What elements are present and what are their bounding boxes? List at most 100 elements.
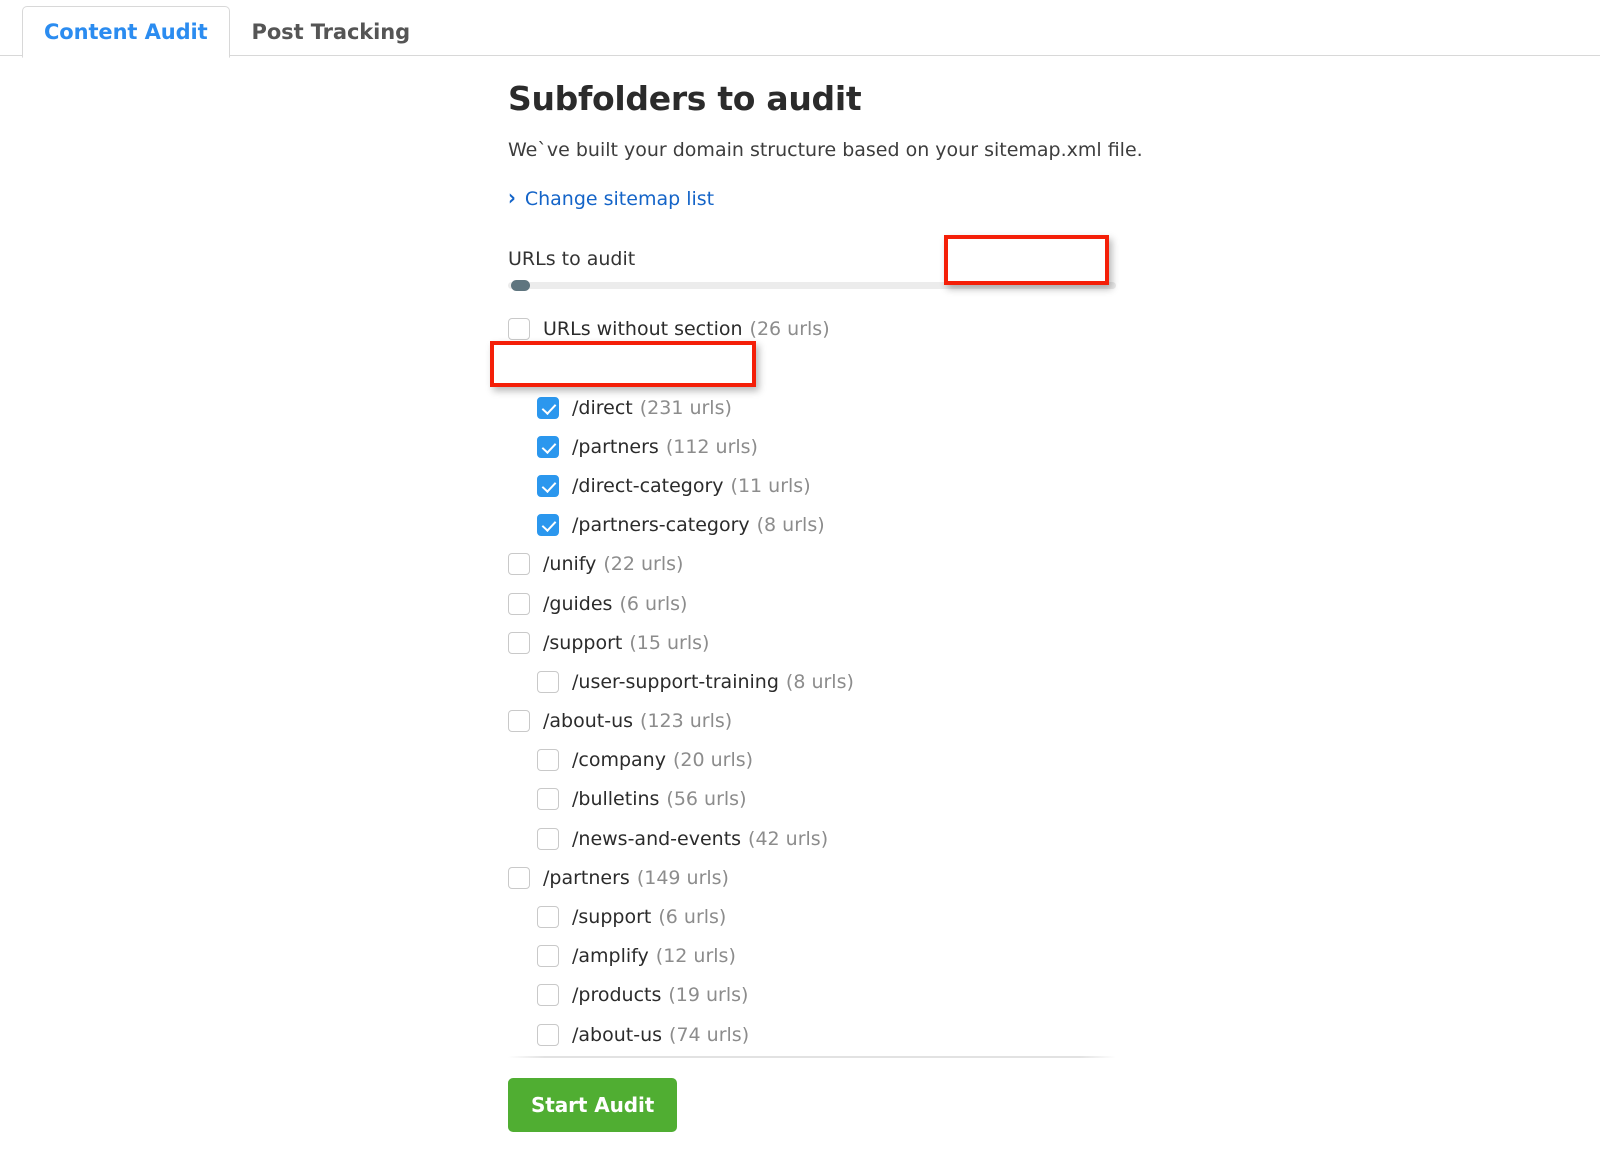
subfolder-label: /amplify (572, 945, 649, 967)
tab-content-audit-label: Content Audit (44, 20, 208, 44)
checkbox-unchecked-icon[interactable] (537, 828, 559, 850)
subfolder-label: /about-us (543, 710, 633, 732)
tab-bar: Content Audit Post Tracking (0, 0, 1600, 56)
subfolder-row[interactable]: /unify (22 urls) (508, 545, 1116, 584)
subfolder-row[interactable]: /products (19 urls) (508, 976, 1116, 1015)
subfolder-row[interactable]: /about-us (123 urls) (508, 702, 1116, 741)
subfolder-label: URLs without section (543, 318, 743, 340)
checkbox-checked-icon[interactable] (537, 514, 559, 536)
subfolder-label: /about-us (572, 1024, 662, 1046)
audit-setup-panel: Subfolders to audit We`ve built your dom… (508, 80, 1518, 1132)
subfolder-list-scroll-container[interactable]: URLs without section (26 urls) /blog (364 u… (508, 310, 1116, 1058)
checkbox-checked-icon[interactable] (537, 436, 559, 458)
checkbox-unchecked-icon[interactable] (508, 710, 530, 732)
subfolder-label: /partners-category (572, 514, 750, 536)
subfolder-row[interactable]: /company (20 urls) (508, 741, 1116, 780)
tab-post-tracking[interactable]: Post Tracking (230, 6, 433, 57)
chevron-right-icon: › (508, 188, 516, 210)
subfolder-url-count: (42 urls) (748, 828, 828, 850)
checkbox-unchecked-icon[interactable] (508, 867, 530, 889)
subfolder-row[interactable]: /support (15 urls) (508, 623, 1116, 662)
checkbox-unchecked-icon[interactable] (537, 671, 559, 693)
subfolder-row[interactable]: /direct (231 urls) (508, 388, 1116, 427)
urls-to-audit-slider-track[interactable] (508, 282, 1116, 289)
subfolder-label: /unify (543, 553, 596, 575)
subfolder-label: /user-support-training (572, 671, 779, 693)
subfolder-list: URLs without section (26 urls) /blog (364 u… (508, 310, 1116, 1058)
subfolder-label: /news-and-events (572, 828, 741, 850)
subfolder-label: /support (572, 906, 651, 928)
urls-to-audit-header: URLs to audit 364/ 20000 (508, 248, 1116, 270)
subfolder-url-count: (22 urls) (603, 553, 683, 575)
urls-to-audit-label: URLs to audit (508, 248, 635, 270)
subfolder-url-count: (8 urls) (786, 671, 854, 693)
subfolder-label: /company (572, 749, 666, 771)
checkbox-unchecked-icon[interactable] (537, 749, 559, 771)
subfolder-row[interactable]: /user-support-training (8 urls) (508, 662, 1116, 701)
subfolder-label: /direct-category (572, 475, 724, 497)
start-audit-button[interactable]: Start Audit (508, 1078, 677, 1132)
subfolder-label: /guides (543, 593, 612, 615)
subfolder-url-count: (56 urls) (666, 788, 746, 810)
subfolder-url-count: (20 urls) (673, 749, 753, 771)
urls-to-audit-max-separator: / (1037, 248, 1049, 270)
list-bottom-divider (508, 1056, 1116, 1058)
subfolder-row[interactable]: /amplify (12 urls) (508, 937, 1116, 976)
checkbox-unchecked-icon[interactable] (537, 906, 559, 928)
urls-to-audit-value: 364/ 20000 (1001, 248, 1116, 270)
subfolder-url-count: (15 urls) (629, 632, 709, 654)
subfolder-label: /partners (543, 867, 630, 889)
checkbox-unchecked-icon[interactable] (508, 593, 530, 615)
checkbox-unchecked-icon[interactable] (537, 788, 559, 810)
page-subtitle: We`ve built your domain structure based … (508, 138, 1518, 163)
checkbox-unchecked-icon[interactable] (537, 1024, 559, 1046)
subfolder-row[interactable]: /partners-category (8 urls) (508, 506, 1116, 545)
tab-content-audit[interactable]: Content Audit (22, 6, 230, 58)
subfolder-row[interactable]: URLs without section (26 urls) (508, 310, 1116, 349)
subfolder-row[interactable]: /support (6 urls) (508, 897, 1116, 936)
change-sitemap-list-label: Change sitemap list (525, 188, 714, 210)
subfolder-url-count: (12 urls) (656, 945, 736, 967)
subfolder-url-count: (8 urls) (757, 514, 825, 536)
urls-to-audit-current: 364 (1001, 248, 1037, 270)
subfolder-url-count: (26 urls) (750, 318, 830, 340)
tab-list: Content Audit Post Tracking (22, 6, 432, 57)
subfolder-url-count: (112 urls) (666, 436, 758, 458)
subfolder-label: /blog (543, 357, 590, 379)
urls-to-audit-slider-block: URLs to audit 364/ 20000 (508, 248, 1116, 289)
checkbox-checked-icon[interactable] (508, 357, 530, 379)
checkbox-unchecked-icon[interactable] (508, 632, 530, 654)
subfolder-url-count: (74 urls) (669, 1024, 749, 1046)
subfolder-url-count: (123 urls) (640, 710, 732, 732)
subfolder-row[interactable]: /about-us (74 urls) (508, 1015, 1116, 1054)
subfolder-label: /partners (572, 436, 659, 458)
checkbox-unchecked-icon[interactable] (537, 945, 559, 967)
page-title: Subfolders to audit (508, 80, 1518, 118)
subfolder-row[interactable]: /direct-category (11 urls) (508, 466, 1116, 505)
subfolder-label: /products (572, 984, 661, 1006)
subfolder-row[interactable]: /partners (112 urls) (508, 427, 1116, 466)
subfolder-url-count: (6 urls) (619, 593, 687, 615)
checkbox-checked-icon[interactable] (537, 475, 559, 497)
subfolder-url-count: (11 urls) (731, 475, 811, 497)
checkbox-unchecked-icon[interactable] (537, 984, 559, 1006)
subfolder-label: /bulletins (572, 788, 659, 810)
subfolder-url-count: (19 urls) (668, 984, 748, 1006)
subfolder-row[interactable]: /partners(149 urls) (508, 858, 1116, 897)
checkbox-unchecked-icon[interactable] (508, 318, 530, 340)
subfolder-row[interactable]: /bulletins (56 urls) (508, 780, 1116, 819)
change-sitemap-list-link[interactable]: › Change sitemap list (508, 188, 714, 210)
subfolder-url-count: (364 urls) (597, 357, 689, 379)
urls-to-audit-max: 20000 (1050, 248, 1110, 270)
tab-post-tracking-label: Post Tracking (252, 20, 411, 44)
subfolder-row[interactable]: /news-and-events (42 urls) (508, 819, 1116, 858)
subfolder-url-count: (231 urls) (640, 397, 732, 419)
subfolder-label: /direct (572, 397, 633, 419)
subfolder-url-count: (6 urls) (658, 906, 726, 928)
checkbox-unchecked-icon[interactable] (508, 553, 530, 575)
subfolder-label: /support (543, 632, 622, 654)
subfolder-row[interactable]: /blog (364 urls) (508, 349, 1116, 388)
subfolder-row[interactable]: /guides (6 urls) (508, 584, 1116, 623)
checkbox-checked-icon[interactable] (537, 397, 559, 419)
urls-to-audit-slider-handle[interactable] (511, 280, 530, 291)
